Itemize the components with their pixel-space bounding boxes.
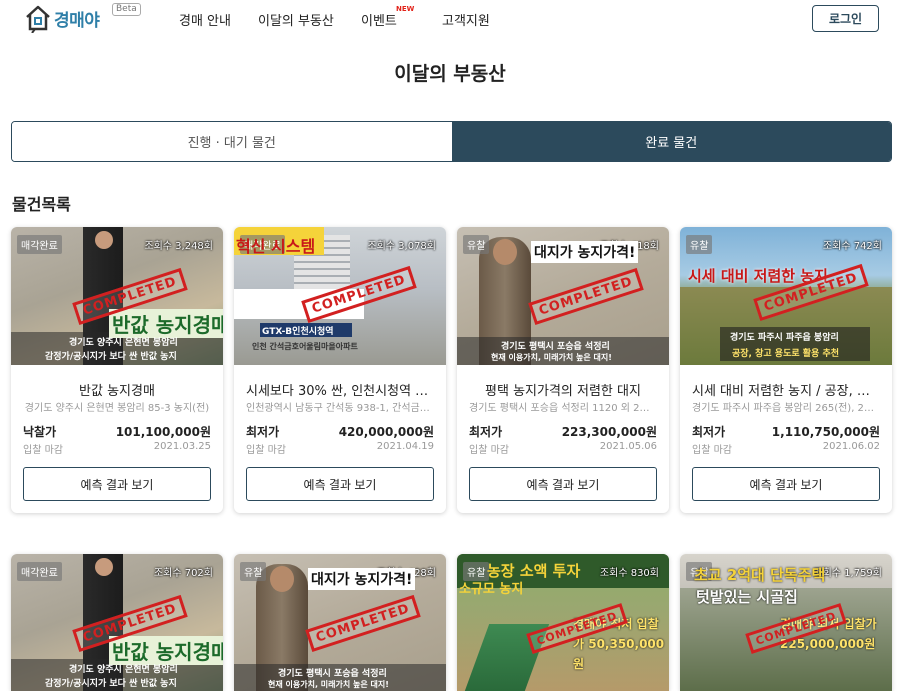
status-tabs: 진행 · 대기 물건 완료 물건	[11, 121, 892, 162]
status-badge: 유찰	[463, 235, 490, 254]
price-label: 낙찰가	[23, 425, 57, 439]
beta-badge: Beta	[112, 3, 141, 16]
thumb-caption-small: 경기도 양주시 은현면 봉암리	[69, 665, 178, 675]
completed-stamp: COMPLETED	[305, 594, 421, 653]
thumb-caption-small: 텃밭있는 시골집	[696, 588, 798, 606]
property-card[interactable]: 유찰 조회수 830회 농장 소액 투자 소규모 농지 경매야 최저 입찰가 5…	[457, 554, 669, 691]
price-value: 420,000,000원	[338, 425, 434, 439]
predict-result-button[interactable]: 예측 결과 보기	[246, 467, 434, 501]
thumb-caption-small: 경기도 평택시 포승읍 석정리	[278, 669, 387, 679]
property-card[interactable]: 매각완료 조회수 702회 반값 농지경매 경기도 양주시 은현면 봉암리 감정…	[11, 554, 223, 691]
card-address: 경기도 양주시 은현면 봉암리 85-3 농지(전)	[24, 403, 210, 414]
deadline-label: 입찰 마감	[692, 445, 732, 456]
tab-in-progress[interactable]: 진행 · 대기 물건	[12, 122, 452, 161]
thumb-caption-big: 초교 2억대 단독주택	[694, 566, 826, 584]
predict-result-button[interactable]: 예측 결과 보기	[469, 467, 657, 501]
thumb-caption-sub: 인천 간석금호어울림마을아파트	[252, 342, 358, 351]
thumb-caption-big: 대지가 농지가격!	[308, 568, 416, 590]
status-badge: 유찰	[686, 235, 713, 254]
view-count: 조회수 702회	[153, 568, 213, 579]
property-thumbnail: 유찰 조회수 1,759회 초교 2억대 단독주택 텃밭있는 시골집 경매야 최…	[680, 554, 892, 691]
property-card[interactable]: 매각완료 조회수 3,078회 혁신 시스템 GTX-B인천시청역 인천 간석금…	[234, 227, 446, 513]
nav-support[interactable]: 고객지원	[442, 10, 490, 29]
view-count: 조회수 830회	[599, 568, 659, 579]
predict-result-button[interactable]: 예측 결과 보기	[23, 467, 211, 501]
nav-event[interactable]: 이벤트	[361, 10, 397, 29]
login-button[interactable]: 로그인	[812, 5, 879, 32]
header: 경매야 Beta 경매 안내 이달의 부동산 이벤트 NEW 고객지원 로그인	[0, 0, 900, 38]
property-card[interactable]: 유찰 조회수 418회 대지가 농지가격! 경기도 평택시 포승읍 석정리 현재…	[457, 227, 669, 513]
thumb-caption-small: GTX-B인천시청역	[262, 327, 334, 337]
thumb-caption-small: 경기도 양주시 은현면 봉암리	[69, 338, 178, 348]
property-thumbnail: 유찰 조회수 428회 대지가 농지가격! 경기도 평택시 포승읍 석정리 현재…	[234, 554, 446, 691]
status-badge: 매각완료	[17, 562, 62, 581]
price-value: 101,100,000원	[115, 425, 211, 439]
price-label: 최저가	[246, 425, 280, 439]
page-title: 이달의 부동산	[394, 63, 506, 85]
thumb-caption-sub: 현재 이용가치, 미래가치 높은 대지!	[268, 680, 389, 689]
thumb-caption-small: 소규모 농지	[459, 582, 524, 597]
property-thumbnail: 유찰 조회수 742회 시세 대비 저렴한 농지 경기도 파주시 파주읍 봉암리…	[680, 227, 892, 365]
status-badge: 매각완료	[17, 235, 62, 254]
card-title: 평택 농지가격의 저렴한 대지	[485, 384, 641, 399]
deadline-date: 2021.04.19	[376, 441, 434, 452]
thumb-caption-sub: 감정가/공시지가 보다 싼 반값 농지	[45, 352, 177, 362]
thumb-caption-small: 경기도 파주시 파주읍 봉암리	[730, 333, 839, 343]
house-logo-icon	[26, 5, 50, 33]
card-address: 경기도 평택시 포승읍 석정리 1120 외 2필지	[469, 403, 657, 414]
price-value: 223,300,000원	[561, 425, 657, 439]
deadline-label: 입찰 마감	[23, 445, 63, 456]
view-count: 조회수 3,078회	[367, 241, 436, 252]
thumb-caption-small: 경기도 평택시 포승읍 석정리	[501, 342, 610, 352]
thumb-caption-sub: 공장, 창고 용도로 활용 추천	[732, 349, 840, 359]
property-card[interactable]: 유찰 조회수 428회 대지가 농지가격! 경기도 평택시 포승읍 석정리 현재…	[234, 554, 446, 691]
property-thumbnail: 유찰 조회수 418회 대지가 농지가격! 경기도 평택시 포승읍 석정리 현재…	[457, 227, 669, 365]
predict-result-button[interactable]: 예측 결과 보기	[692, 467, 880, 501]
deadline-date: 2021.06.02	[822, 441, 880, 452]
completed-stamp: COMPLETED	[528, 267, 644, 326]
tab-completed[interactable]: 완료 물건	[451, 122, 891, 161]
view-count: 조회수 3,248회	[144, 241, 213, 252]
thumb-caption-big: 반값 농지경매	[109, 309, 223, 338]
price-label: 최저가	[692, 425, 726, 439]
nav-auction-guide[interactable]: 경매 안내	[179, 10, 231, 29]
thumb-caption-sub: 감정가/공시지가 보다 싼 반값 농지	[45, 679, 177, 689]
property-thumbnail: 매각완료 조회수 702회 반값 농지경매 경기도 양주시 은현면 봉암리 감정…	[11, 554, 223, 691]
property-card[interactable]: 유찰 조회수 742회 시세 대비 저렴한 농지 경기도 파주시 파주읍 봉암리…	[680, 227, 892, 513]
thumb-caption-big: 반값 농지경매	[109, 636, 223, 665]
deadline-label: 입찰 마감	[469, 445, 509, 456]
property-thumbnail: 매각완료 조회수 3,078회 혁신 시스템 GTX-B인천시청역 인천 간석금…	[234, 227, 446, 365]
status-badge: 유찰	[240, 562, 267, 581]
deadline-label: 입찰 마감	[246, 445, 286, 456]
price-value: 1,110,750,000원	[771, 425, 880, 439]
deadline-date: 2021.05.06	[599, 441, 657, 452]
thumb-caption-big: 혁신 시스템	[236, 237, 316, 256]
property-thumbnail: 매각완료 조회수 3,248회 반값 농지경매 경기도 양주시 은현면 봉암리 …	[11, 227, 223, 365]
logo-text: 경매야	[54, 10, 100, 31]
new-badge: NEW	[396, 5, 415, 13]
logo[interactable]: 경매야	[24, 3, 100, 33]
property-card[interactable]: 매각완료 조회수 3,248회 반값 농지경매 경기도 양주시 은현면 봉암리 …	[11, 227, 223, 513]
card-address: 경기도 파주시 파주읍 봉암리 265(전), 278(전)	[692, 403, 880, 414]
nav-monthly-property[interactable]: 이달의 부동산	[258, 10, 334, 29]
view-count: 조회수 742회	[822, 241, 882, 252]
card-address: 인천광역시 남동구 간석동 938-1, 간석금호어울림	[246, 403, 434, 414]
section-title: 물건목록	[12, 195, 71, 214]
deadline-date: 2021.03.25	[153, 441, 211, 452]
price-label: 최저가	[469, 425, 503, 439]
thumb-caption-sub: 현재 이용가치, 미래가치 높은 대지!	[491, 353, 612, 362]
card-title: 시세 대비 저렴한 농지 / 공장, 창고 용도	[692, 384, 880, 399]
property-card[interactable]: 유찰 조회수 1,759회 초교 2억대 단독주택 텃밭있는 시골집 경매야 최…	[680, 554, 892, 691]
card-title: 반값 농지경매	[79, 384, 155, 399]
thumb-caption-big: 대지가 농지가격!	[531, 241, 639, 263]
card-title: 시세보다 30% 싼, 인천시청역 GTX-B	[246, 384, 434, 399]
property-thumbnail: 유찰 조회수 830회 농장 소액 투자 소규모 농지 경매야 최저 입찰가 5…	[457, 554, 669, 691]
